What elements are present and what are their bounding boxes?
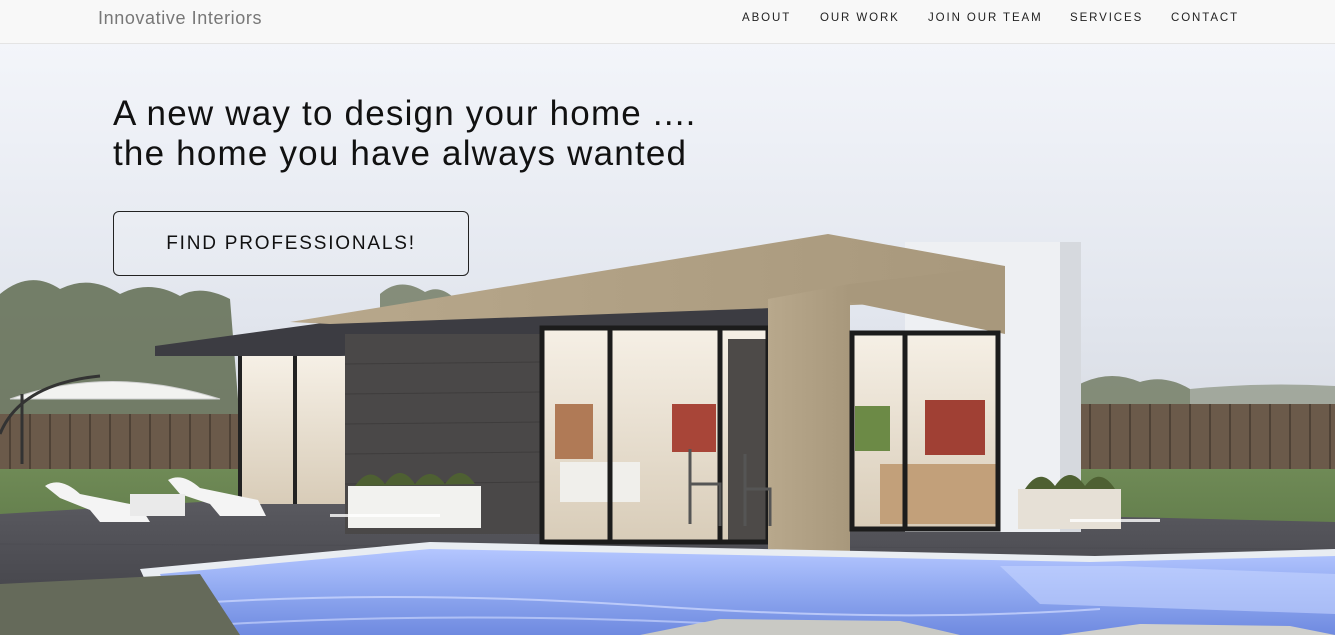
nav-link-contact[interactable]: CONTACT <box>1171 12 1239 24</box>
nav-link-our-work[interactable]: OUR WORK <box>820 12 900 24</box>
hero-section: A new way to design your home .... the h… <box>0 44 1335 635</box>
hero-headline: A new way to design your home .... the h… <box>113 94 697 174</box>
nav-link-about[interactable]: ABOUT <box>742 12 791 24</box>
nav-links: ABOUT OUR WORK JOIN OUR TEAM SERVICES CO… <box>0 12 1335 26</box>
navbar: Innovative Interiors ABOUT OUR WORK JOIN… <box>0 0 1335 44</box>
nav-link-services[interactable]: SERVICES <box>1070 12 1143 24</box>
hero-headline-line-1: A new way to design your home .... <box>113 94 697 133</box>
hero-headline-line-2: the home you have always wanted <box>113 134 688 173</box>
nav-link-join-our-team[interactable]: JOIN OUR TEAM <box>928 12 1043 24</box>
find-professionals-button[interactable]: FIND PROFESSIONALS! <box>113 211 469 276</box>
